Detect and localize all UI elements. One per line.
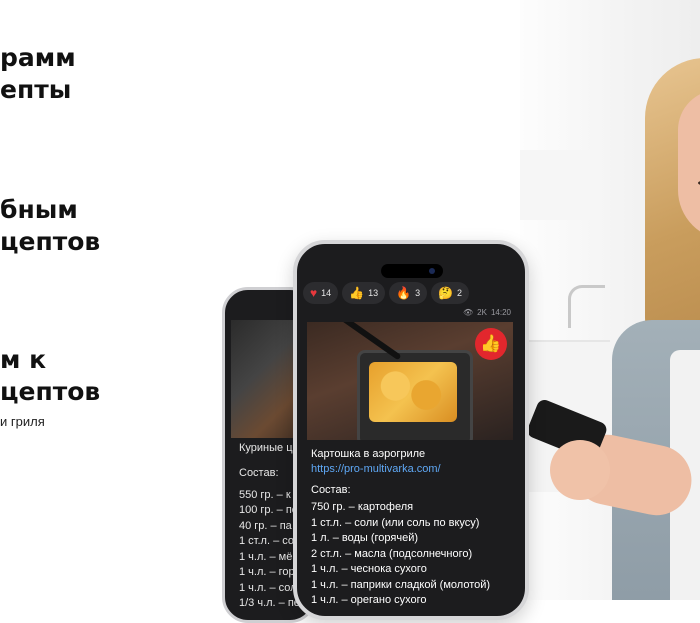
list-item: 40 гр. – па <box>239 519 292 532</box>
list-item: 1/3 ч.л. – пе <box>239 597 300 609</box>
headline-1-line-2: епты <box>0 75 72 104</box>
list-item: 2 ст.л. – масла (подсолнечного) <box>311 547 473 560</box>
headline-2-line-2: цептов <box>0 227 101 256</box>
headline-caption: и гриля <box>0 414 45 429</box>
fries-photo: 👍 <box>307 322 513 440</box>
list-item: 750 гр. – картофеля <box>311 501 414 513</box>
list-item: 1 ч.л. – паприки сладкой (молотой) <box>311 578 491 591</box>
headline-1: рамм епты <box>0 42 76 106</box>
back-ingredients-list: Состав: 550 гр. – к 100 гр. – по 40 гр. … <box>239 466 300 612</box>
reaction-count: 13 <box>368 288 379 298</box>
post-link[interactable]: https://pro-multivarka.com/ <box>311 463 441 475</box>
camera-dot <box>429 268 435 274</box>
ingredients-list: 750 гр. – картофеля 1 ст.л. – соли (или … <box>311 500 490 609</box>
headline-3-line-2: цептов <box>0 377 101 406</box>
headline-3-line-1: м к <box>0 345 47 374</box>
front-phone-mockup: ♥ 14 👍 13 🔥 3 🤔 2 👁 2K 14:20 👍 Картошка … <box>293 240 529 620</box>
heart-icon: ♥ <box>310 286 318 300</box>
back-post-title: Куриные ц <box>239 442 293 454</box>
headline-3: м к цептов <box>0 344 100 408</box>
headline-2-line-1: бным <box>0 195 78 224</box>
like-badge-icon: 👍 <box>475 328 507 360</box>
reaction-fire[interactable]: 🔥 3 <box>389 282 428 304</box>
post-title: Картошка в аэрогриле <box>311 448 426 460</box>
list-item: 1 ч.л. – чеснока сухого <box>311 563 427 575</box>
headline-1-line-1: рамм <box>0 43 76 72</box>
post-meta: 👁 2K 14:20 <box>463 308 511 317</box>
list-item: 1 ч.л. – орегано сухого <box>311 594 427 606</box>
headline-2: бным цептов <box>0 194 100 258</box>
list-item: 100 гр. – по <box>239 504 298 516</box>
view-count: 2K <box>477 308 487 317</box>
reaction-thinking[interactable]: 🤔 2 <box>431 282 470 304</box>
list-item: 1 ст.л. – со <box>239 535 294 547</box>
reaction-heart[interactable]: ♥ 14 <box>303 282 339 304</box>
back-section-label: Состав: <box>239 467 279 479</box>
wall-panel <box>520 150 600 220</box>
reaction-count: 14 <box>321 288 332 298</box>
list-item: 1 ч.л. – гор <box>239 566 295 578</box>
post-time: 14:20 <box>490 308 511 317</box>
fire-icon: 🔥 <box>396 286 412 300</box>
faucet <box>568 285 605 328</box>
woman-with-phone-photo <box>520 0 700 600</box>
section-label: Состав: <box>311 484 351 496</box>
list-item: 1 ст.л. – соли (или соль по вкусу) <box>311 516 480 529</box>
list-item: 550 гр. – к <box>239 488 291 501</box>
list-item: 1 ч.л. – мё <box>239 550 293 563</box>
thinking-face-icon: 🤔 <box>438 286 454 300</box>
reaction-thumbs-up[interactable]: 👍 13 <box>342 282 386 304</box>
reaction-count: 2 <box>457 288 463 298</box>
reactions-bar: ♥ 14 👍 13 🔥 3 🤔 2 <box>303 282 470 304</box>
reaction-count: 3 <box>415 288 421 298</box>
eye-icon: 👁 <box>463 308 474 317</box>
fries <box>369 362 457 422</box>
list-item: 1 л. – воды (горячей) <box>311 532 419 544</box>
list-item: 1 ч.л. – сол <box>239 581 297 594</box>
thumbs-up-icon: 👍 <box>349 286 365 300</box>
hand <box>550 440 610 500</box>
